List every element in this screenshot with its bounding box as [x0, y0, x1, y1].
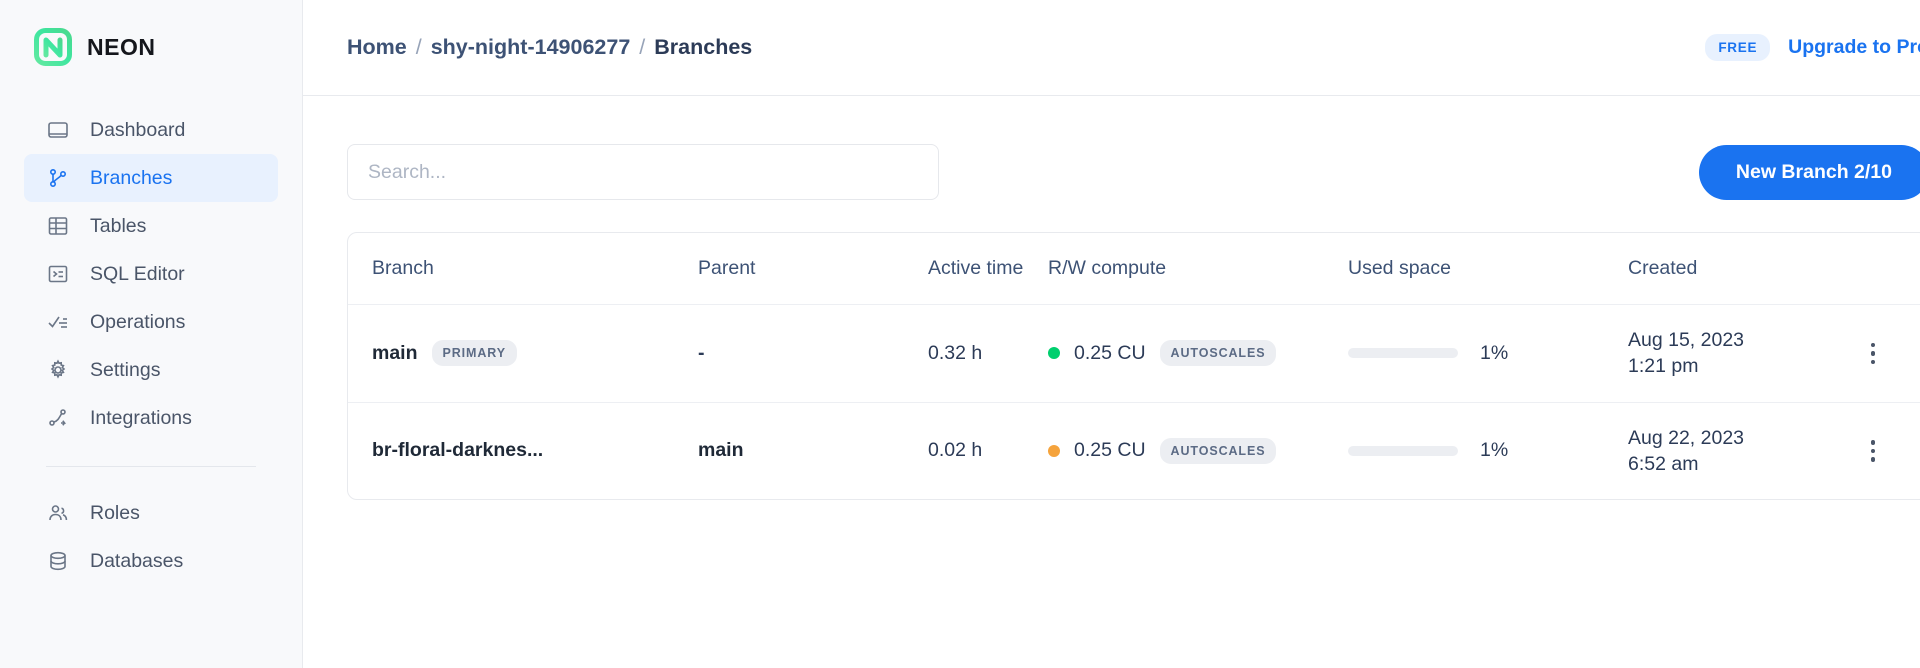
used-space-percent: 1% — [1480, 439, 1509, 462]
autoscales-badge: AUTOSCALES — [1159, 437, 1277, 464]
breadcrumb-current: Branches — [654, 35, 753, 59]
brand-logo[interactable]: NEON — [0, 28, 302, 66]
search-input[interactable] — [347, 144, 939, 200]
sidebar-item-sql-editor[interactable]: SQL Editor — [24, 250, 278, 298]
kebab-menu-icon[interactable] — [1858, 342, 1888, 365]
column-header-actions — [1858, 233, 1920, 305]
sidebar: NEON Dashboard Branches Tables SQL Edito… — [0, 0, 303, 668]
app-root: NEON Dashboard Branches Tables SQL Edito… — [0, 0, 1920, 668]
cell-created: Aug 15, 2023 1:21 pm — [1628, 304, 1858, 403]
cell-branch: br-floral-darknes... — [348, 402, 698, 499]
new-branch-button[interactable]: New Branch 2/10 — [1698, 144, 1920, 200]
sidebar-item-label: Dashboard — [90, 118, 186, 141]
sidebar-item-settings[interactable]: Settings — [24, 346, 278, 394]
table-row[interactable]: main PRIMARY - 0.32 h 0.25 CU AUTOSCALES… — [348, 304, 1920, 403]
gear-icon — [46, 358, 70, 382]
column-header-branch[interactable]: Branch — [348, 233, 698, 305]
kebab-menu-icon[interactable] — [1858, 440, 1888, 462]
sidebar-item-integrations[interactable]: Integrations — [24, 394, 278, 442]
parent-name: - — [698, 341, 705, 364]
used-space-bar — [1348, 445, 1458, 456]
plan-badge: FREE — [1705, 34, 1771, 61]
cell-actions — [1858, 402, 1920, 499]
brand-name: NEON — [87, 33, 156, 60]
sidebar-item-label: Databases — [90, 549, 184, 572]
breadcrumb-separator: / — [639, 35, 646, 59]
table-icon — [46, 214, 70, 238]
breadcrumb: Home / shy-night-14906277 / Branches — [347, 35, 752, 60]
compute-status-dot — [1048, 347, 1060, 360]
topbar-actions: FREE Upgrade to Pro — [1705, 34, 1920, 61]
autoscales-badge: AUTOSCALES — [1159, 340, 1277, 367]
sidebar-item-label: Branches — [90, 166, 173, 189]
table-row[interactable]: br-floral-darknes... main 0.02 h 0.25 CU… — [348, 402, 1920, 499]
sidebar-item-label: Settings — [90, 358, 161, 381]
branches-toolbar: New Branch 2/10 — [347, 144, 1920, 200]
created-time: 6:52 am — [1628, 452, 1699, 475]
cell-actions — [1858, 304, 1920, 403]
cell-used-space: 1% — [1348, 402, 1628, 499]
cell-rw-compute: 0.25 CU AUTOSCALES — [1048, 402, 1348, 499]
primary-badge: PRIMARY — [431, 340, 517, 367]
used-space-percent: 1% — [1480, 341, 1509, 364]
cell-rw-compute: 0.25 CU AUTOSCALES — [1048, 304, 1348, 403]
cell-created: Aug 22, 2023 6:52 am — [1628, 402, 1858, 499]
branches-page: New Branch 2/10 Branch Parent Active tim… — [303, 96, 1920, 501]
dashboard-icon — [46, 118, 70, 142]
sidebar-item-label: Operations — [90, 310, 186, 333]
database-icon — [46, 549, 70, 573]
breadcrumb-project[interactable]: shy-night-14906277 — [431, 35, 631, 60]
column-header-parent[interactable]: Parent — [698, 233, 928, 305]
table-header-row: Branch Parent Active time R/W compute Us… — [348, 233, 1920, 305]
column-header-created[interactable]: Created — [1628, 233, 1858, 305]
sidebar-nav: Dashboard Branches Tables SQL Editor Ope… — [0, 106, 302, 585]
cell-active-time: 0.32 h — [928, 304, 1048, 403]
cell-used-space: 1% — [1348, 304, 1628, 403]
table-header: Branch Parent Active time R/W compute Us… — [348, 233, 1920, 305]
operations-icon — [46, 310, 70, 334]
sidebar-divider — [46, 466, 256, 467]
created-date: Aug 22, 2023 — [1628, 426, 1745, 449]
sidebar-item-label: Tables — [90, 214, 147, 237]
sidebar-item-label: SQL Editor — [90, 262, 185, 285]
topbar: Home / shy-night-14906277 / Branches FRE… — [303, 0, 1920, 96]
branches-table: Branch Parent Active time R/W compute Us… — [348, 233, 1920, 499]
neon-n-logo-icon — [34, 28, 72, 66]
sql-editor-icon — [46, 262, 70, 286]
compute-value: 0.25 CU — [1074, 341, 1146, 364]
branches-icon — [46, 166, 70, 190]
branches-table-card: Branch Parent Active time R/W compute Us… — [347, 232, 1920, 501]
cell-parent: - — [698, 304, 928, 403]
created-date: Aug 15, 2023 — [1628, 329, 1745, 351]
table-body: main PRIMARY - 0.32 h 0.25 CU AUTOSCALES… — [348, 304, 1920, 500]
cell-active-time: 0.02 h — [928, 439, 983, 462]
sidebar-item-label: Roles — [90, 501, 140, 524]
integrations-icon — [46, 406, 70, 430]
breadcrumb-separator: / — [415, 35, 422, 59]
parent-name[interactable]: main — [698, 439, 744, 461]
column-header-active-time[interactable]: Active time — [928, 233, 1048, 305]
sidebar-item-branches[interactable]: Branches — [24, 154, 278, 202]
sidebar-item-dashboard[interactable]: Dashboard — [24, 106, 278, 154]
upgrade-to-pro-link[interactable]: Upgrade to Pro — [1788, 36, 1920, 59]
sidebar-item-roles[interactable]: Roles — [24, 489, 278, 537]
used-space-bar — [1348, 348, 1458, 359]
created-time: 1:21 pm — [1628, 355, 1699, 378]
users-icon — [46, 501, 70, 525]
column-header-rw-compute[interactable]: R/W compute — [1048, 233, 1348, 305]
sidebar-item-operations[interactable]: Operations — [24, 298, 278, 346]
sidebar-item-tables[interactable]: Tables — [24, 202, 278, 250]
compute-status-dot — [1048, 444, 1060, 457]
column-header-used-space[interactable]: Used space — [1348, 233, 1628, 305]
branch-name[interactable]: main — [372, 342, 418, 365]
cell-branch: main PRIMARY — [348, 304, 698, 403]
sidebar-item-databases[interactable]: Databases — [24, 537, 278, 585]
cell-parent: main — [698, 402, 928, 499]
main-content: Home / shy-night-14906277 / Branches FRE… — [303, 0, 1920, 668]
breadcrumb-home[interactable]: Home — [347, 35, 407, 60]
sidebar-item-label: Integrations — [90, 406, 192, 429]
compute-value: 0.25 CU — [1074, 439, 1146, 462]
branch-name[interactable]: br-floral-darknes... — [372, 439, 543, 462]
